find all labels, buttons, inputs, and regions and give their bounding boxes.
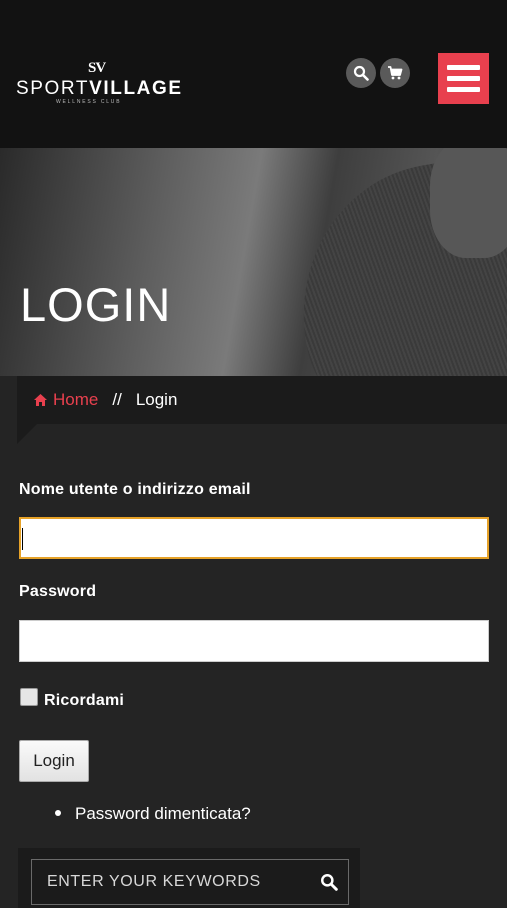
- breadcrumb: Home // Login: [17, 376, 507, 424]
- password-label: Password: [19, 583, 97, 600]
- hero-background-shape: [430, 148, 507, 258]
- sportvillage-logo[interactable]: SV SPORTVILLAGE WELLNESS CLUB: [16, 60, 181, 106]
- remember-me-label: Ricordami: [44, 692, 125, 709]
- login-submit-button[interactable]: Login: [19, 740, 89, 782]
- password-input[interactable]: [19, 620, 489, 662]
- page-title: LOGIN: [20, 278, 172, 332]
- search-widget: ENTER YOUR KEYWORDS: [18, 848, 360, 908]
- logo-word-light: SPORT: [16, 78, 90, 99]
- text-cursor: [22, 528, 23, 550]
- site-header: SV SPORTVILLAGE WELLNESS CLUB: [0, 0, 507, 148]
- search-icon: [353, 65, 369, 81]
- search-placeholder: ENTER YOUR KEYWORDS: [47, 873, 261, 890]
- logo-word-bold: VILLAGE: [89, 78, 183, 99]
- breadcrumb-home-link[interactable]: Home: [33, 390, 98, 410]
- search-icon[interactable]: [320, 873, 338, 891]
- hamburger-menu-icon-bar: [447, 65, 480, 70]
- remember-me-row: Ricordami: [20, 688, 124, 709]
- breadcrumb-separator: //: [112, 390, 122, 409]
- header-cart-button[interactable]: [380, 58, 410, 88]
- cart-icon: [388, 66, 403, 80]
- forgot-password-link[interactable]: Password dimenticata?: [75, 804, 251, 823]
- header-search-button[interactable]: [346, 58, 376, 88]
- username-input[interactable]: [19, 517, 489, 559]
- remember-me-checkbox[interactable]: [20, 688, 38, 706]
- keyword-search-field[interactable]: ENTER YOUR KEYWORDS: [31, 859, 349, 905]
- home-icon: [34, 394, 47, 406]
- hamburger-menu-icon-bar: [447, 76, 480, 81]
- breadcrumb-home-label: Home: [53, 390, 99, 409]
- username-label: Nome utente o indirizzo email: [19, 481, 251, 498]
- logo-monogram: SV: [88, 60, 106, 76]
- hamburger-menu-icon-bar: [447, 87, 480, 92]
- breadcrumb-current: Login: [135, 390, 178, 409]
- breadcrumb-tail: [17, 424, 37, 444]
- list-bullet: [55, 809, 61, 816]
- logo-subtitle: WELLNESS CLUB: [56, 99, 122, 105]
- hamburger-menu-button[interactable]: [438, 53, 489, 104]
- forgot-password-list: Password dimenticata?: [55, 804, 251, 824]
- logo-wordmark: SPORTVILLAGE: [16, 78, 183, 100]
- page-hero-banner: LOGIN: [0, 148, 507, 376]
